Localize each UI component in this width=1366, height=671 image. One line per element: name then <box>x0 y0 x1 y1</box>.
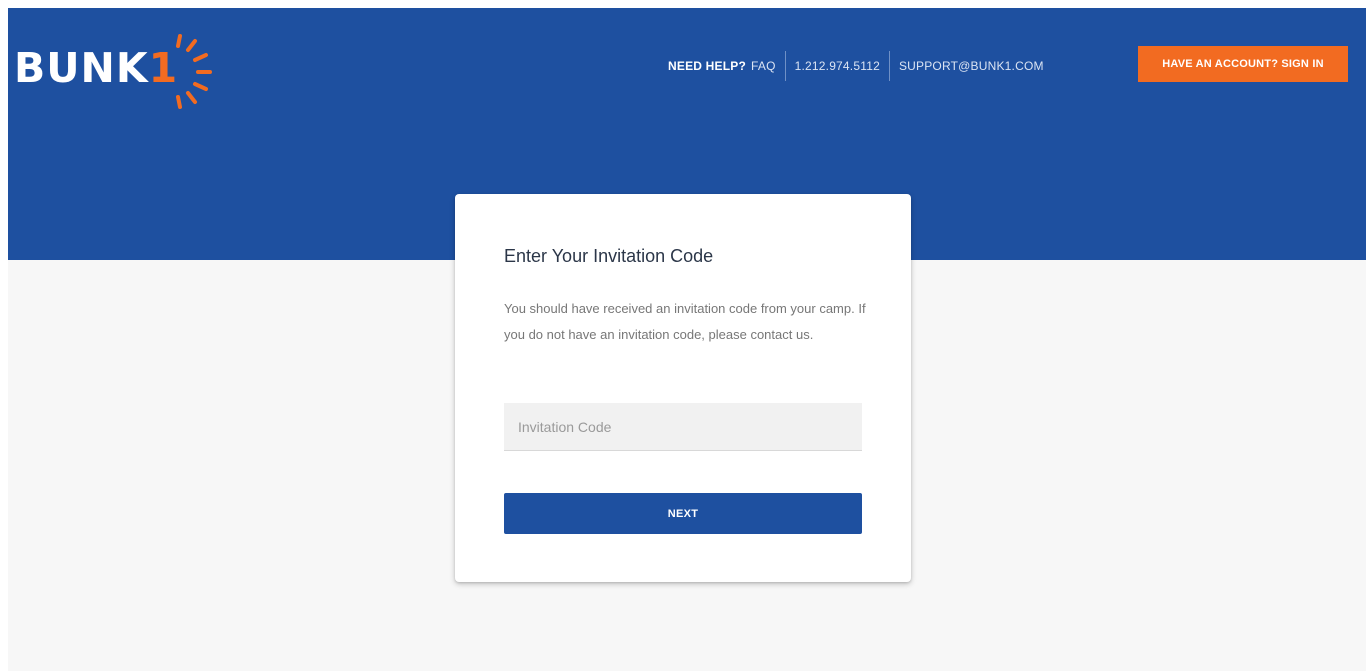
support-email-link[interactable]: SUPPORT@BUNK1.COM <box>899 59 1044 73</box>
next-button[interactable]: NEXT <box>504 493 862 534</box>
page: BUNK1 NEED HELP? FAQ 1.212.974.5112 SUPP… <box>8 8 1366 671</box>
faq-link[interactable]: FAQ <box>751 59 776 73</box>
card-title: Enter Your Invitation Code <box>504 246 714 266</box>
bunk1-logo[interactable]: BUNK1 <box>14 30 234 110</box>
invitation-card: Enter Your Invitation Code You should ha… <box>455 194 911 582</box>
sun-rays-icon <box>176 34 212 109</box>
phone-link[interactable]: 1.212.974.5112 <box>795 59 880 73</box>
nav-divider <box>888 51 890 81</box>
logo-text-main: BUNK <box>14 44 149 92</box>
logo-wordmark: BUNK1 <box>14 48 178 89</box>
top-nav: NEED HELP? FAQ 1.212.974.5112 SUPPORT@BU… <box>668 50 1044 82</box>
card-description: You should have received an invitation c… <box>504 301 866 342</box>
nav-divider <box>784 51 786 81</box>
invitation-code-input[interactable] <box>504 403 862 451</box>
sign-in-button[interactable]: HAVE AN ACCOUNT? SIGN IN <box>1138 46 1348 82</box>
need-help-label: NEED HELP? <box>668 59 747 73</box>
